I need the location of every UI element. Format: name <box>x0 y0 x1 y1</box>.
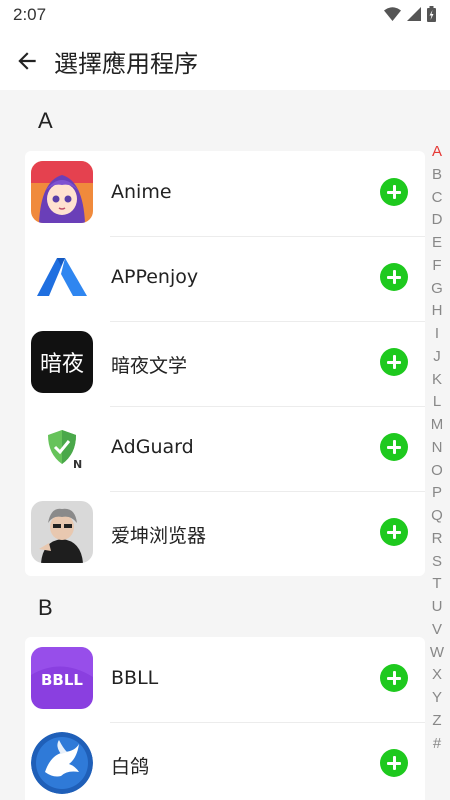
index-letter-k[interactable]: K <box>432 369 442 392</box>
index-letter-v[interactable]: V <box>432 619 442 642</box>
add-button[interactable] <box>380 348 408 376</box>
index-letter-d[interactable]: D <box>432 209 443 232</box>
list-item[interactable]: APPenjoy <box>25 236 425 321</box>
index-letter-u[interactable]: U <box>432 596 443 619</box>
index-letter-q[interactable]: Q <box>431 505 443 528</box>
section-header-b: B <box>38 595 53 620</box>
index-letter-f[interactable]: F <box>432 255 441 278</box>
battery-icon <box>427 6 436 22</box>
app-name: 爱坤浏览器 <box>111 525 207 547</box>
status-time: 2:07 <box>13 5 47 24</box>
appenjoy-app-icon <box>31 246 93 308</box>
anime-app-icon <box>31 161 93 223</box>
add-button[interactable] <box>380 433 408 461</box>
bbll-app-icon: BBLL <box>31 647 93 709</box>
add-button[interactable] <box>380 664 408 692</box>
index-letter-y[interactable]: Y <box>432 687 442 710</box>
index-letter-g[interactable]: G <box>431 278 443 301</box>
index-letter-a[interactable]: A <box>432 141 442 164</box>
index-letter-o[interactable]: O <box>431 460 443 483</box>
app-name: 暗夜文学 <box>111 355 188 377</box>
page-title: 選擇應用程序 <box>54 50 198 78</box>
list-item[interactable]: N AdGuard <box>25 406 425 491</box>
anye-icon-text: 暗夜 <box>40 352 84 377</box>
app-name: APPenjoy <box>111 266 199 288</box>
index-letter-n[interactable]: N <box>432 437 443 460</box>
app-name: 白鸽 <box>111 756 150 778</box>
add-button[interactable] <box>380 749 408 777</box>
list-item[interactable]: 爱坤浏览器 <box>25 491 425 576</box>
index-letter-z[interactable]: Z <box>432 710 441 733</box>
bbll-icon-text: BBLL <box>41 671 83 689</box>
index-letter-l[interactable]: L <box>433 391 441 414</box>
app-bar: 選擇應用程序 <box>0 32 450 90</box>
list-item[interactable]: Anime <box>25 151 425 236</box>
alphabet-index-bar[interactable]: A B C D E F G H I J K L M N O P Q R S T U V W X Y Z # <box>426 141 448 755</box>
list-item[interactable]: 暗夜 暗夜文学 <box>25 321 425 406</box>
index-letter-w[interactable]: W <box>430 642 444 665</box>
add-button[interactable] <box>380 178 408 206</box>
anye-wenxue-app-icon: 暗夜 <box>31 331 93 393</box>
wifi-icon <box>384 7 401 21</box>
adguard-app-icon: N <box>31 416 93 478</box>
app-list-section-b: BBLL BBLL 白鸽 <box>25 637 425 800</box>
index-letter-t[interactable]: T <box>432 573 441 596</box>
app-list-section-a: Anime APPenjoy 暗夜 暗夜文学 N AdGuard 爱坤浏览器 <box>25 151 425 576</box>
aikun-browser-app-icon <box>31 501 93 563</box>
index-letter-p[interactable]: P <box>432 482 442 505</box>
index-letter-c[interactable]: C <box>432 187 443 210</box>
index-letter-x[interactable]: X <box>432 664 442 687</box>
list-item[interactable]: BBLL BBLL <box>25 637 425 722</box>
index-letter-h[interactable]: H <box>432 300 443 323</box>
index-letter-i[interactable]: I <box>435 323 439 346</box>
adguard-icon-text: N <box>73 458 82 471</box>
index-letter-m[interactable]: M <box>431 414 444 437</box>
cell-signal-icon <box>407 7 421 21</box>
app-name: Anime <box>111 181 172 203</box>
index-letter-hash[interactable]: # <box>433 733 441 756</box>
index-letter-s[interactable]: S <box>432 551 442 574</box>
baige-app-icon <box>31 732 93 794</box>
add-button[interactable] <box>380 263 408 291</box>
add-button[interactable] <box>380 518 408 546</box>
back-arrow-icon[interactable] <box>14 48 40 74</box>
index-letter-j[interactable]: J <box>433 346 441 369</box>
status-bar: 2:07 <box>0 0 450 32</box>
index-letter-r[interactable]: R <box>432 528 443 551</box>
section-header-a: A <box>38 108 53 133</box>
index-letter-b[interactable]: B <box>432 164 442 187</box>
app-name: AdGuard <box>111 436 194 458</box>
list-item[interactable]: 白鸽 <box>25 722 425 800</box>
index-letter-e[interactable]: E <box>432 232 442 255</box>
status-icons <box>384 6 436 22</box>
app-name: BBLL <box>111 667 159 689</box>
